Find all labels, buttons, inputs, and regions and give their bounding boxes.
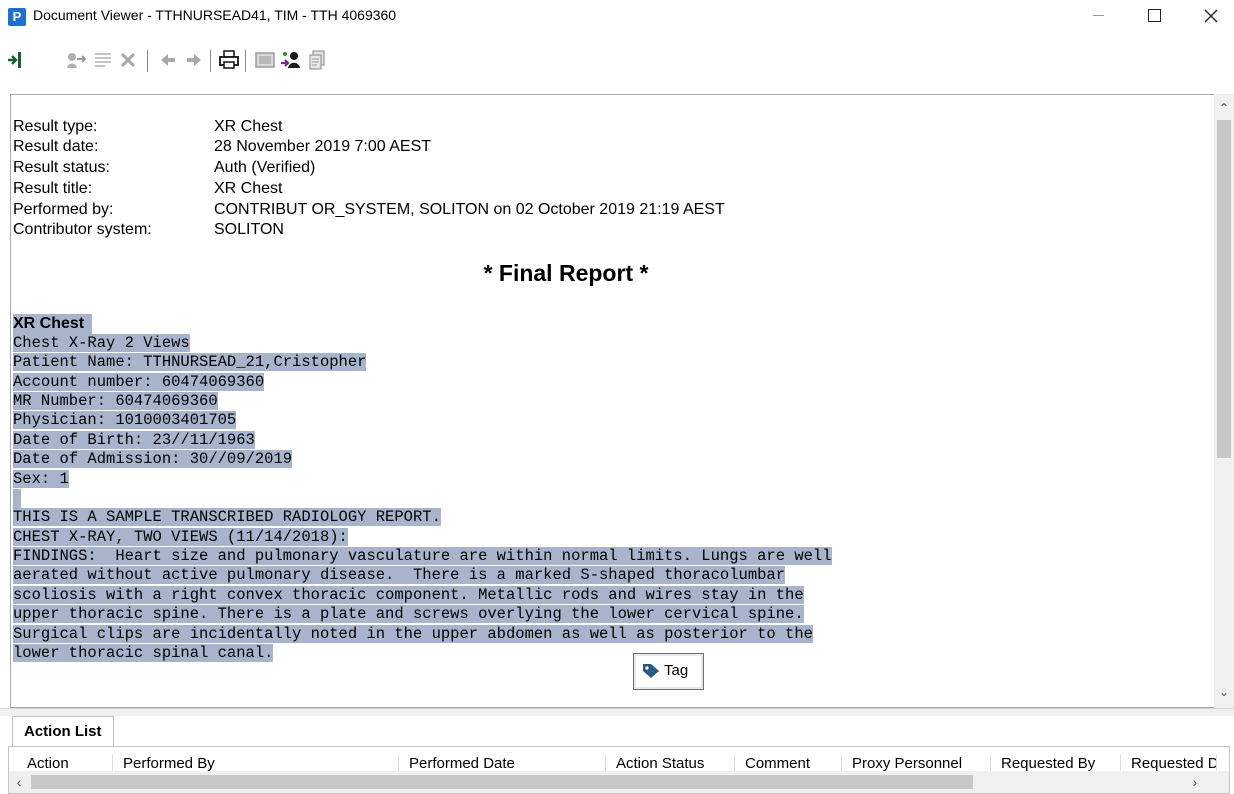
- previous-icon: [161, 54, 175, 66]
- report-line: Date of Birth: 23//11/1963: [13, 431, 255, 449]
- exit-icon: [8, 52, 21, 68]
- toolbar-separator: [245, 50, 246, 72]
- delete-icon: [120, 52, 136, 68]
- report-line: Patient Name: TTHNURSEAD_21,Cristopher: [13, 353, 367, 371]
- print-button[interactable]: [217, 48, 241, 72]
- forward-route-icon: [67, 53, 87, 68]
- window-title: Document Viewer - TTHNURSEAD41, TIM - TT…: [33, 7, 397, 23]
- field-value: SOLITON: [214, 221, 284, 238]
- close-icon: [1204, 9, 1218, 23]
- report-line: Chest X-Ray 2 Views: [13, 334, 190, 352]
- report-line: THIS IS A SAMPLE TRANSCRIBED RADIOLOGY R…: [13, 508, 441, 526]
- print-icon: [219, 50, 239, 69]
- field-label: Result type:: [13, 118, 98, 135]
- field-value: Auth (Verified): [214, 159, 316, 176]
- final-report-heading: * Final Report *: [483, 260, 649, 286]
- minimize-button[interactable]: [1075, 0, 1121, 32]
- copy-button[interactable]: [305, 48, 329, 72]
- field-value: XR Chest: [214, 180, 283, 197]
- report-line: Date of Admission: 30//09/2019: [13, 450, 293, 468]
- notes-button[interactable]: [91, 48, 115, 72]
- maximize-icon: [1147, 9, 1161, 23]
- app-icon: P: [8, 8, 26, 26]
- scroll-down-icon[interactable]: ⌄: [1214, 682, 1234, 702]
- report-line: aerated without active pulmonary disease…: [13, 566, 786, 584]
- exit-button[interactable]: [5, 48, 29, 72]
- field-label: Performed by:: [13, 201, 114, 218]
- assign-button[interactable]: [279, 48, 303, 72]
- preview-button[interactable]: [253, 48, 277, 72]
- field-value: CONTRIBUT OR_SYSTEM, SOLITON on 02 Octob…: [214, 201, 725, 218]
- minimize-icon: [1092, 15, 1104, 17]
- field-label: Result date:: [13, 138, 99, 155]
- report-line: Sex: 1: [13, 470, 69, 488]
- horizontal-scroll-thumb[interactable]: [31, 775, 973, 789]
- report-line: MR Number: 60474069360: [13, 392, 218, 410]
- document-pane[interactable]: Result type: XR Chest Result date: 28 No…: [10, 94, 1234, 708]
- tab-action-list[interactable]: Action List: [12, 716, 114, 746]
- report-line: scoliosis with a right convex thoracic c…: [13, 586, 804, 604]
- report-line: Account number: 60474069360: [13, 373, 265, 391]
- vertical-scroll-thumb[interactable]: [1217, 120, 1231, 458]
- report-line: upper thoracic spine. There is a plate a…: [13, 605, 804, 623]
- assign-icon: [281, 52, 300, 68]
- report-line: CHEST X-RAY, TWO VIEWS (11/14/2018):: [13, 528, 348, 546]
- next-icon: [187, 54, 201, 66]
- previous-button[interactable]: [156, 48, 180, 72]
- title-bar: P Document Viewer - TTHNURSEAD41, TIM - …: [0, 0, 1234, 34]
- close-button[interactable]: [1188, 0, 1234, 32]
- scroll-left-icon[interactable]: ‹: [9, 771, 29, 793]
- report-line: Physician: 1010003401705: [13, 411, 237, 429]
- report-title: XR Chest: [13, 314, 93, 334]
- tag-icon: [643, 664, 659, 679]
- report-line: Surgical clips are incidentally noted in…: [13, 625, 813, 643]
- maximize-button[interactable]: [1131, 0, 1177, 32]
- toolbar: [0, 44, 1234, 78]
- preview-icon: [255, 52, 275, 68]
- scroll-up-icon[interactable]: ⌃: [1214, 98, 1234, 118]
- toolbar-separator: [210, 50, 211, 72]
- report-line: FINDINGS: Heart size and pulmonary vascu…: [13, 547, 832, 565]
- copy-icon: [309, 50, 325, 70]
- tag-button-label: Tag: [664, 662, 689, 679]
- forward-route-button[interactable]: [64, 48, 88, 72]
- pane-splitter[interactable]: [0, 708, 1234, 716]
- action-list-table: Action Performed By Performed Date Actio…: [8, 746, 1230, 794]
- report-line: [13, 489, 21, 508]
- field-label: Result status:: [13, 159, 110, 176]
- scroll-right-icon[interactable]: ›: [1185, 771, 1205, 793]
- field-label: Contributor system:: [13, 221, 152, 238]
- horizontal-scrollbar[interactable]: ‹ ›: [9, 771, 1229, 793]
- delete-button[interactable]: [116, 48, 140, 72]
- tag-button[interactable]: Tag: [633, 653, 704, 690]
- vertical-scrollbar[interactable]: ⌃ ⌄: [1214, 94, 1234, 708]
- report-line: lower thoracic spinal canal.: [13, 644, 274, 662]
- field-value: 28 November 2019 7:00 AEST: [214, 138, 432, 155]
- field-value: XR Chest: [214, 118, 283, 135]
- notes-icon: [95, 53, 111, 67]
- field-label: Result title:: [13, 180, 93, 197]
- next-button[interactable]: [182, 48, 206, 72]
- toolbar-separator: [147, 50, 148, 72]
